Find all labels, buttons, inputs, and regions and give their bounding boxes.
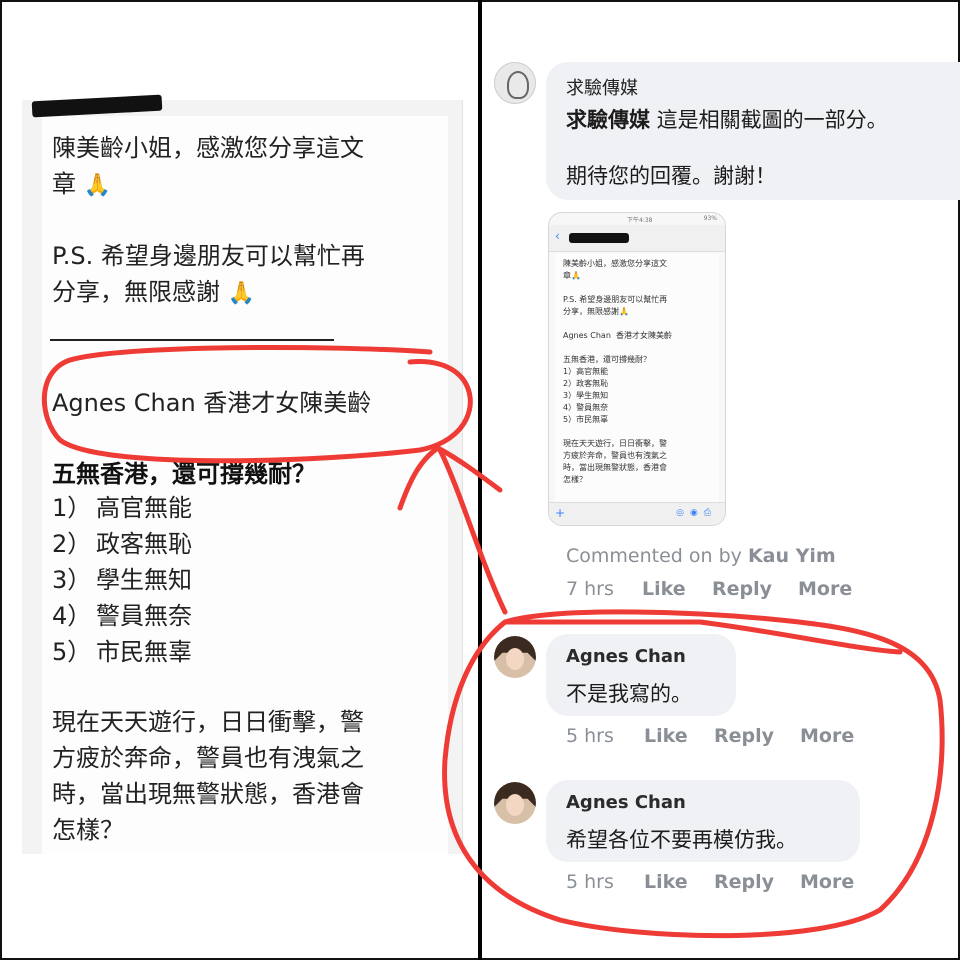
comment-text: 期待您的回覆。謝謝！ [566,164,776,188]
attribution-author[interactable]: Kau Yim [748,545,836,567]
more-button[interactable]: More [800,871,854,893]
message-line: P.S. 希望身邊朋友可以幫忙再 [52,242,365,270]
like-button[interactable]: Like [642,578,686,600]
chat-input-bar: + ◎◉⎙ [549,502,725,525]
like-button[interactable]: Like [644,725,688,747]
message-subhead: 五無香港，還可撐幾耐？ [52,460,316,488]
thumbnail-text-line: 章🙏 [563,271,581,280]
five-points-list: 1） 高官無能 2） 政客無恥 3） 學生無知 4） 警員無奈 5） 市民無辜 [52,490,192,670]
comment-time: 7 hrs [566,578,614,600]
comment-attribution: Commented on by Kau Yim [566,545,836,567]
thumbnail-text-line: P.S. 希望身邊朋友可以幫忙再 [563,295,668,304]
thumbnail-text-line: Agnes Chan 香港才女陳美齡 [563,331,672,340]
avatar[interactable] [494,782,536,824]
message-headline: Agnes Chan 香港才女陳美齡 [52,389,372,417]
reply-button[interactable]: Reply [714,871,774,893]
comment-bubble: Agnes Chan 希望各位不要再模仿我。 [546,780,860,862]
list-item: 5） 市民無辜 [52,638,192,666]
thumbnail-message: 陳美齡小姐，感激您分享這文 章🙏 P.S. 希望身邊朋友可以幫忙再 分享，無限感謝🙏 A… [555,253,719,503]
message-line: 陳美齡小姐，感激您分享這文 [52,134,364,162]
thumbnail-text-line: 現在天天遊行，日日衝擊，警 [563,439,667,448]
like-button[interactable]: Like [644,871,688,893]
thumbnail-text-line: 3）學生無知 [563,391,609,400]
comment-time: 5 hrs [566,725,614,747]
message-paragraph-line: 時，當出現無警狀態，香港會 [52,780,364,808]
thumbnail-text-line: 分享，無限感謝🙏 [563,307,629,316]
thumbnail-text-line: 陳美齡小姐，感激您分享這文 [563,259,667,268]
comment-time: 5 hrs [566,871,614,893]
thumbnail-text-line: 五無香港，還可撐幾耐？ [563,355,651,364]
comment-author[interactable]: Agnes Chan [566,792,686,813]
profile-icon [507,71,529,99]
comment-text: 希望各位不要再模仿我。 [566,828,797,852]
list-item: 2） 政客無恥 [52,530,192,558]
thumbnail-text-line: 怎樣？ [563,475,587,484]
redaction-mark [569,233,629,243]
reply-button[interactable]: Reply [714,725,774,747]
comment-bubble: Agnes Chan 不是我寫的。 [546,634,736,716]
thumbnail-text-line: 方疲於奔命，警員也有洩氣之 [563,451,667,460]
panel-divider [478,0,482,960]
more-button[interactable]: More [800,725,854,747]
comment-text: 不是我寫的。 [566,682,692,706]
reply-button[interactable]: Reply [712,578,772,600]
list-item: 4） 警員無奈 [52,602,192,630]
message-paragraph-line: 方疲於奔命，警員也有洩氣之 [52,744,364,772]
thumbnail-text-line: 5）市民無辜 [563,415,609,424]
camera-mic-icons: ◎◉⎙ [676,508,717,518]
plus-icon: + [555,506,566,520]
comment-actions: 7 hrs Like Reply More [566,578,866,602]
message-line: 分享，無限感謝 🙏 [52,278,256,306]
message-line: 章 🙏 [52,170,112,198]
status-bar: 下午4:38 93% [627,215,717,224]
screenshot-thumbnail[interactable]: 下午4:38 93% ‹ 陳美齡小姐，感激您分享這文 章🙏 P.S. 希望身邊朋友可以… [548,212,726,526]
comment-actions: 5 hrs Like Reply More [566,871,866,895]
back-chevron-icon: ‹ [555,229,560,243]
comment-author[interactable]: 求驗傳媒 [566,74,638,100]
thumbnail-text-line: 2）政客無恥 [563,379,609,388]
more-button[interactable]: More [798,578,852,600]
avatar[interactable] [494,636,536,678]
page-avatar[interactable] [494,62,536,104]
thumbnail-text-line: 4）警員無奈 [563,403,609,412]
list-item: 3） 學生無知 [52,566,192,594]
separator-line [50,339,334,341]
comment-bubble: 求驗傳媒 求驗傳媒 這是相關截圖的一部分。 期待您的回覆。謝謝！ [546,62,960,200]
pray-emoji-icon: 🙏 [83,173,112,198]
comment-author[interactable]: Agnes Chan [566,646,686,667]
pray-emoji-icon: 🙏 [227,281,256,306]
message-paragraph-line: 怎樣？ [52,816,124,844]
thumbnail-text-line: 時，當出現無警狀態，香港會 [563,463,667,472]
comment-text: 求驗傳媒 這是相關截圖的一部分。 [566,108,888,132]
thumbnail-text-line: 1）高官無能 [563,367,609,376]
list-item: 1） 高官無能 [52,494,192,522]
comment-actions: 5 hrs Like Reply More [566,725,866,749]
message-paragraph-line: 現在天天遊行，日日衝擊，警 [52,708,364,736]
